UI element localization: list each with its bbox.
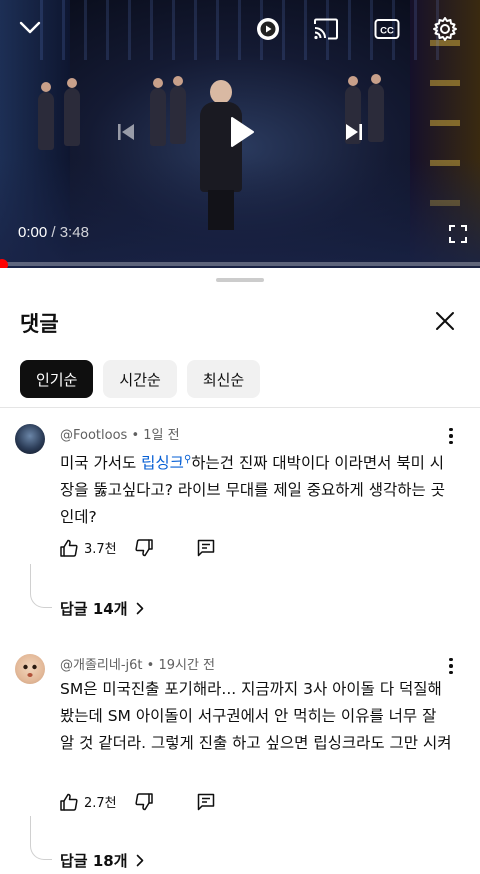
like-count: 2.7천 [84, 796, 117, 811]
thread-line [30, 564, 52, 608]
thumbs-up-icon [60, 539, 78, 557]
chip-by-time[interactable]: 시간순 [103, 360, 177, 398]
search-link[interactable]: 립싱크 [141, 454, 184, 472]
previous-icon[interactable] [112, 118, 140, 146]
comment-author[interactable]: @개졸리네-j6t [60, 658, 143, 673]
comment-actions: 2.7천 [60, 792, 215, 811]
sort-chips: 인기순 시간순 최신순 [20, 360, 261, 398]
like-button[interactable]: 3.7천 [60, 538, 117, 557]
next-icon[interactable] [340, 118, 368, 146]
thread-line [30, 816, 52, 860]
meta-separator: • [127, 428, 144, 443]
like-button[interactable]: 2.7천 [60, 792, 117, 811]
autoplay-icon[interactable] [253, 14, 283, 44]
thumbs-down-icon [135, 538, 153, 556]
settings-icon[interactable] [430, 14, 460, 44]
singer [200, 80, 242, 230]
chip-newest[interactable]: 최신순 [186, 360, 261, 398]
comment-actions: 3.7천 [60, 538, 215, 557]
reply-button[interactable] [197, 539, 215, 557]
replies-count: 답글 14개 [60, 600, 128, 618]
comments-sheet: 댓글 인기순 시간순 최신순 @Footloos • 1일 전 미국 가서도 립… [0, 268, 480, 874]
dislike-button[interactable] [135, 792, 153, 811]
drag-handle[interactable] [216, 278, 264, 282]
svg-text:CC: CC [380, 26, 394, 37]
avatar[interactable] [15, 424, 45, 454]
comment-text-before: 미국 가서도 [60, 454, 142, 473]
like-count: 3.7천 [84, 542, 117, 557]
dancer [170, 76, 186, 144]
reply-icon [197, 793, 214, 810]
fullscreen-icon[interactable] [446, 222, 470, 246]
comment-meta: @개졸리네-j6t • 19시간 전 [60, 654, 215, 673]
reply-button[interactable] [197, 793, 215, 811]
time-display: 0:00 / 3:48 [18, 224, 89, 241]
thumbs-up-icon [60, 793, 78, 811]
avatar[interactable] [15, 654, 45, 684]
meta-separator: • [142, 658, 159, 673]
captions-icon[interactable]: CC [372, 14, 402, 44]
comment-time: 19시간 전 [158, 658, 216, 673]
replies-button[interactable]: 답글 18개 [60, 850, 144, 871]
close-icon[interactable] [432, 308, 458, 334]
more-options-icon[interactable] [444, 656, 458, 676]
progress-bar[interactable] [0, 262, 480, 266]
chevron-right-icon [136, 854, 143, 867]
reply-icon [197, 539, 214, 556]
comment-author[interactable]: @Footloos [60, 428, 127, 443]
replies-count: 답글 18개 [60, 852, 128, 870]
duration: 3:48 [59, 224, 89, 241]
comment-text: SM은 미국진출 포기해라... 지금까지 3사 아이돌 다 덕질해봤는데 SM… [60, 680, 452, 752]
time-separator: / [47, 224, 60, 241]
chevron-right-icon [136, 602, 143, 615]
comment-meta: @Footloos • 1일 전 [60, 424, 180, 443]
chevron-down-icon[interactable] [16, 14, 44, 42]
dislike-button[interactable] [135, 538, 153, 557]
comment-text: 미국 가서도 립싱크⚲하는건 진짜 대박이다 이라면서 북미 시장을 뚫고싶다고… [60, 446, 455, 531]
replies-button[interactable]: 답글 14개 [60, 598, 144, 619]
thumbs-down-icon [135, 792, 153, 810]
dancer [64, 78, 80, 146]
cast-icon[interactable] [311, 14, 341, 44]
current-time: 0:00 [18, 224, 48, 241]
video-player[interactable]: CC 0:00 / 3:48 [0, 0, 480, 268]
dancer [38, 82, 54, 150]
chip-popular[interactable]: 인기순 [20, 360, 94, 398]
play-icon[interactable] [226, 114, 258, 150]
comment-time: 1일 전 [143, 428, 180, 443]
dancer [150, 78, 166, 146]
divider [0, 407, 480, 408]
dancer [368, 74, 384, 142]
more-options-icon[interactable] [444, 426, 458, 446]
sheet-title: 댓글 [20, 312, 59, 336]
